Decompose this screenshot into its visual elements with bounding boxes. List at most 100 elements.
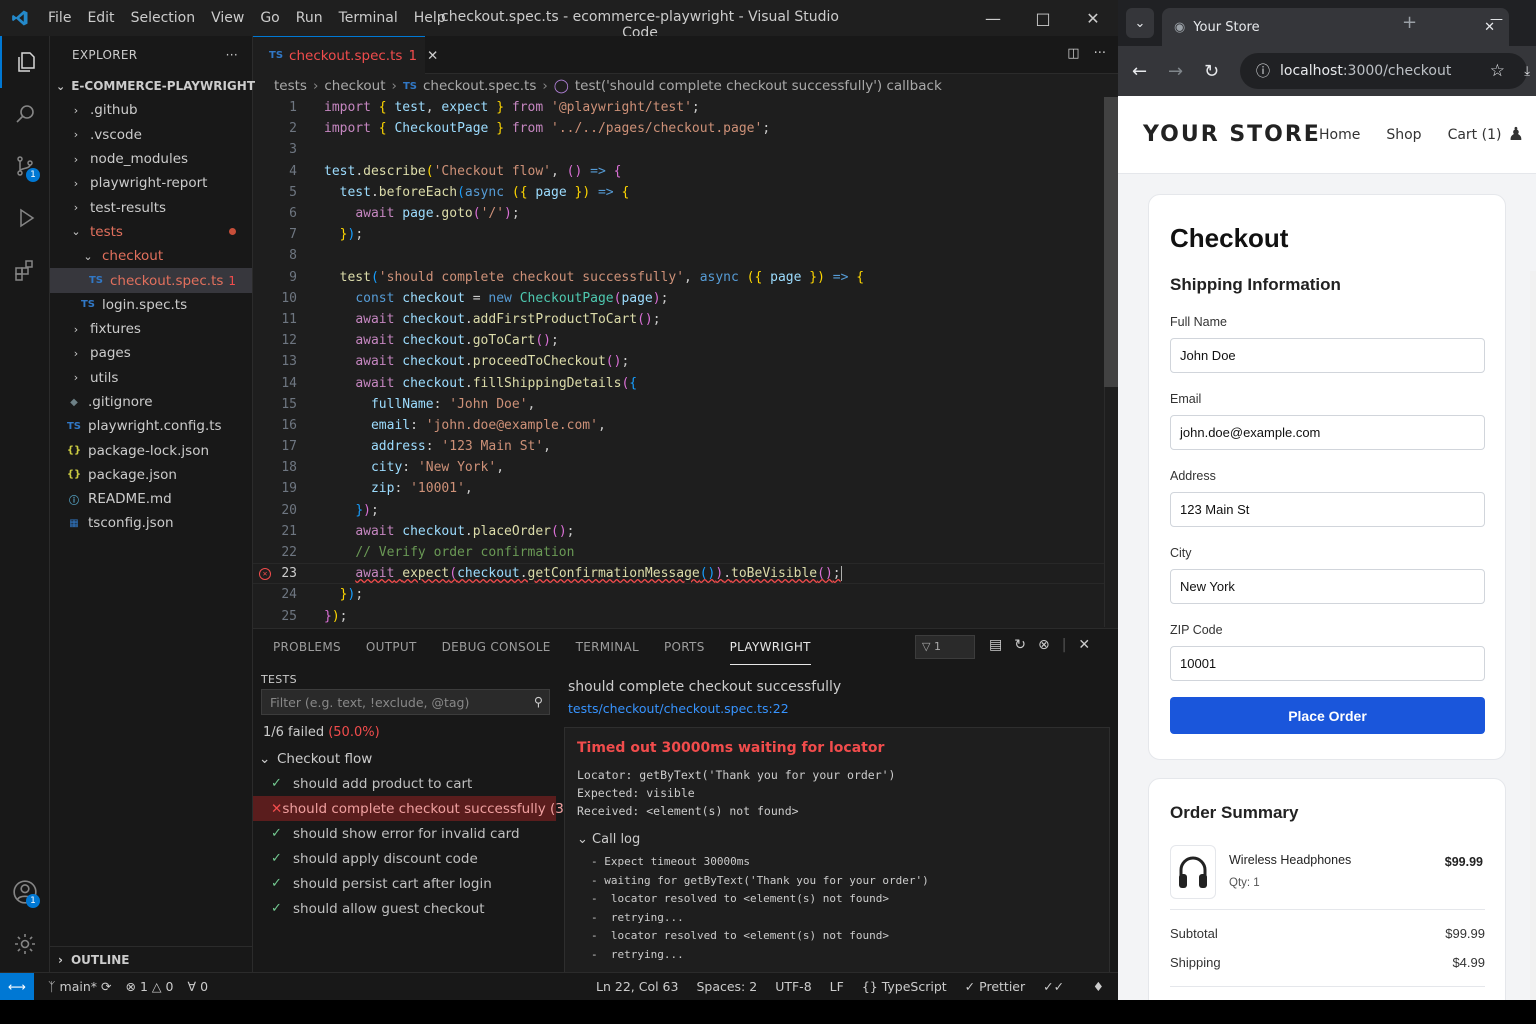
tree-folder-utils[interactable]: › utils xyxy=(50,366,252,390)
tree-folder-github[interactable]: › .github xyxy=(50,98,252,122)
double-check-icon[interactable]: ✓✓ xyxy=(1043,979,1064,994)
nav-cart[interactable]: Cart (1) xyxy=(1448,127,1502,143)
minimize-icon[interactable]: — xyxy=(1490,12,1503,27)
language-mode[interactable]: {} TypeScript xyxy=(862,979,947,994)
bookmark-star-icon[interactable]: ☆ xyxy=(1490,61,1505,81)
line-ending[interactable]: LF xyxy=(830,979,844,994)
close-icon[interactable]: ✕ xyxy=(1068,0,1118,36)
menu-terminal[interactable]: Terminal xyxy=(331,10,406,26)
menu-edit[interactable]: Edit xyxy=(79,10,122,26)
tree-file-tsconfig[interactable]: ▦ tsconfig.json xyxy=(50,511,252,535)
tab-ports[interactable]: PORTS xyxy=(664,629,705,665)
tree-file-checkout-spec[interactable]: TS checkout.spec.ts 1 xyxy=(50,268,252,293)
email-input[interactable]: john.doe@example.com xyxy=(1170,415,1485,450)
tab-debug-console[interactable]: DEBUG CONSOLE xyxy=(442,629,551,665)
extensions-icon[interactable] xyxy=(0,244,50,296)
test-filter-input[interactable]: Filter (e.g. text, !exclude, @tag) ⚲ xyxy=(261,689,550,715)
breadcrumb-checkout[interactable]: checkout xyxy=(324,78,385,94)
maximize-icon[interactable]: □ xyxy=(1018,0,1068,36)
new-tab-icon[interactable]: + xyxy=(1402,12,1417,33)
test-item[interactable]: ✓ should allow guest checkout xyxy=(253,896,556,921)
nav-shop[interactable]: Shop xyxy=(1386,127,1421,143)
nav-home[interactable]: Home xyxy=(1319,127,1360,143)
test-item-failed[interactable]: ✕ should complete checkout successfully (… xyxy=(253,796,598,821)
page-scrollbar[interactable] xyxy=(1530,271,1536,1000)
cursor-position[interactable]: Ln 22, Col 63 xyxy=(596,979,678,994)
status-problems[interactable]: ⊗ 1 △ 0 xyxy=(125,979,173,994)
tree-folder-node-modules[interactable]: › node_modules xyxy=(50,147,252,171)
tree-folder-vscode[interactable]: › .vscode xyxy=(50,123,252,147)
reload-icon[interactable]: ↻ xyxy=(1204,61,1219,82)
error-circle-icon[interactable]: ✕ xyxy=(259,567,271,580)
code-editor[interactable]: 1 import { test, expect } from '@playwrig… xyxy=(253,97,1108,627)
menu-go[interactable]: Go xyxy=(252,10,287,26)
tab-checkout-spec[interactable]: TS checkout.spec.ts 1 ✕ xyxy=(253,36,438,74)
browser-tab[interactable]: ◉ Your Store ✕ xyxy=(1162,8,1509,46)
zip-input[interactable]: 10001 xyxy=(1170,646,1485,681)
encoding[interactable]: UTF-8 xyxy=(775,979,811,994)
panel-filter[interactable]: ▽ 1 xyxy=(915,635,975,659)
explorer-icon[interactable] xyxy=(0,36,50,88)
close-panel-icon[interactable]: ✕ xyxy=(1078,637,1090,653)
tab-playwright[interactable]: PLAYWRIGHT xyxy=(729,629,811,665)
download-icon[interactable]: ⤓ xyxy=(1524,64,1530,79)
search-icon[interactable] xyxy=(0,88,50,140)
test-group[interactable]: ⌄ Checkout flow xyxy=(253,746,556,771)
status-branch[interactable]: ᛉ main* ⟳ xyxy=(48,979,111,994)
store-logo[interactable]: YOUR STORE xyxy=(1143,122,1321,147)
menu-view[interactable]: View xyxy=(203,10,252,26)
run-debug-icon[interactable] xyxy=(0,192,50,244)
source-control-icon[interactable]: 1 xyxy=(0,140,50,192)
detail-source-link[interactable]: tests/checkout/checkout.spec.ts:22 xyxy=(556,695,1118,716)
menu-selection[interactable]: Selection xyxy=(123,10,204,26)
workspace-root[interactable]: ⌄ E-COMMERCE-PLAYWRIGHT xyxy=(50,74,255,98)
split-editor-icon[interactable]: ◫ xyxy=(1067,46,1079,61)
more-actions-icon[interactable]: ··· xyxy=(1094,46,1106,61)
tree-folder-tests[interactable]: ⌄ tests xyxy=(50,220,252,244)
tree-folder-pages[interactable]: › pages xyxy=(50,341,252,365)
minimize-icon[interactable]: — xyxy=(968,0,1018,36)
address-bar[interactable]: ⓘ localhost:3000/checkout ☆ xyxy=(1240,53,1527,89)
account-icon[interactable]: 1 xyxy=(0,866,50,918)
clipboard-icon[interactable]: ▤ xyxy=(989,637,1002,653)
editor-scrollbar-thumb[interactable] xyxy=(1104,97,1118,387)
more-actions-icon[interactable]: ··· xyxy=(226,48,238,62)
status-ports[interactable]: ∀ 0 xyxy=(188,979,209,994)
menu-run[interactable]: Run xyxy=(288,10,331,26)
formatter[interactable]: ✓ Prettier xyxy=(965,979,1025,994)
test-item[interactable]: ✓ should add product to cart xyxy=(253,771,556,796)
test-item[interactable]: ✓ should apply discount code xyxy=(253,846,556,871)
back-icon[interactable]: ← xyxy=(1132,61,1147,82)
tree-folder-fixtures[interactable]: › fixtures xyxy=(50,317,252,341)
tree-file-login-spec[interactable]: TS login.spec.ts xyxy=(50,293,252,317)
menu-file[interactable]: File xyxy=(40,10,79,26)
breadcrumb-tests[interactable]: tests xyxy=(274,78,307,94)
forward-icon[interactable]: → xyxy=(1168,61,1183,82)
place-order-button[interactable]: Place Order xyxy=(1170,697,1485,734)
city-input[interactable]: New York xyxy=(1170,569,1485,604)
tree-file-playwright-config[interactable]: TS playwright.config.ts xyxy=(50,414,252,438)
indentation[interactable]: Spaces: 2 xyxy=(696,979,757,994)
tree-file-package-json[interactable]: {} package.json xyxy=(50,463,252,487)
settings-gear-icon[interactable] xyxy=(0,918,50,970)
breadcrumb-symbol[interactable]: test('should complete checkout successfu… xyxy=(575,78,942,94)
test-item[interactable]: ✓ should show error for invalid card xyxy=(253,821,556,846)
clear-icon[interactable]: ⊗ xyxy=(1038,637,1050,653)
user-icon[interactable]: ♟ xyxy=(1508,124,1524,145)
tab-search-icon[interactable]: ⌄ xyxy=(1126,8,1154,38)
tree-folder-playwright-report[interactable]: › playwright-report xyxy=(50,171,252,195)
close-tab-icon[interactable]: ✕ xyxy=(427,48,438,64)
bell-icon[interactable]: ♦ xyxy=(1093,979,1104,994)
remote-icon[interactable]: ⟷ xyxy=(0,972,34,1001)
tree-folder-test-results[interactable]: › test-results xyxy=(50,195,252,219)
tree-file-readme[interactable]: ⓘ README.md xyxy=(50,487,252,511)
address-input[interactable]: 123 Main St xyxy=(1170,492,1485,527)
tab-terminal[interactable]: TERMINAL xyxy=(576,629,639,665)
breadcrumb-file[interactable]: checkout.spec.ts xyxy=(423,78,536,94)
refresh-icon[interactable]: ↻ xyxy=(1014,637,1026,653)
tree-file-gitignore[interactable]: ◆ .gitignore xyxy=(50,390,252,414)
call-log-toggle[interactable]: ⌄ Call log xyxy=(577,832,1097,847)
tree-file-package-lock[interactable]: {} package-lock.json xyxy=(50,438,252,462)
tree-folder-checkout[interactable]: ⌄ checkout xyxy=(50,244,252,268)
full-name-input[interactable]: John Doe xyxy=(1170,338,1485,373)
